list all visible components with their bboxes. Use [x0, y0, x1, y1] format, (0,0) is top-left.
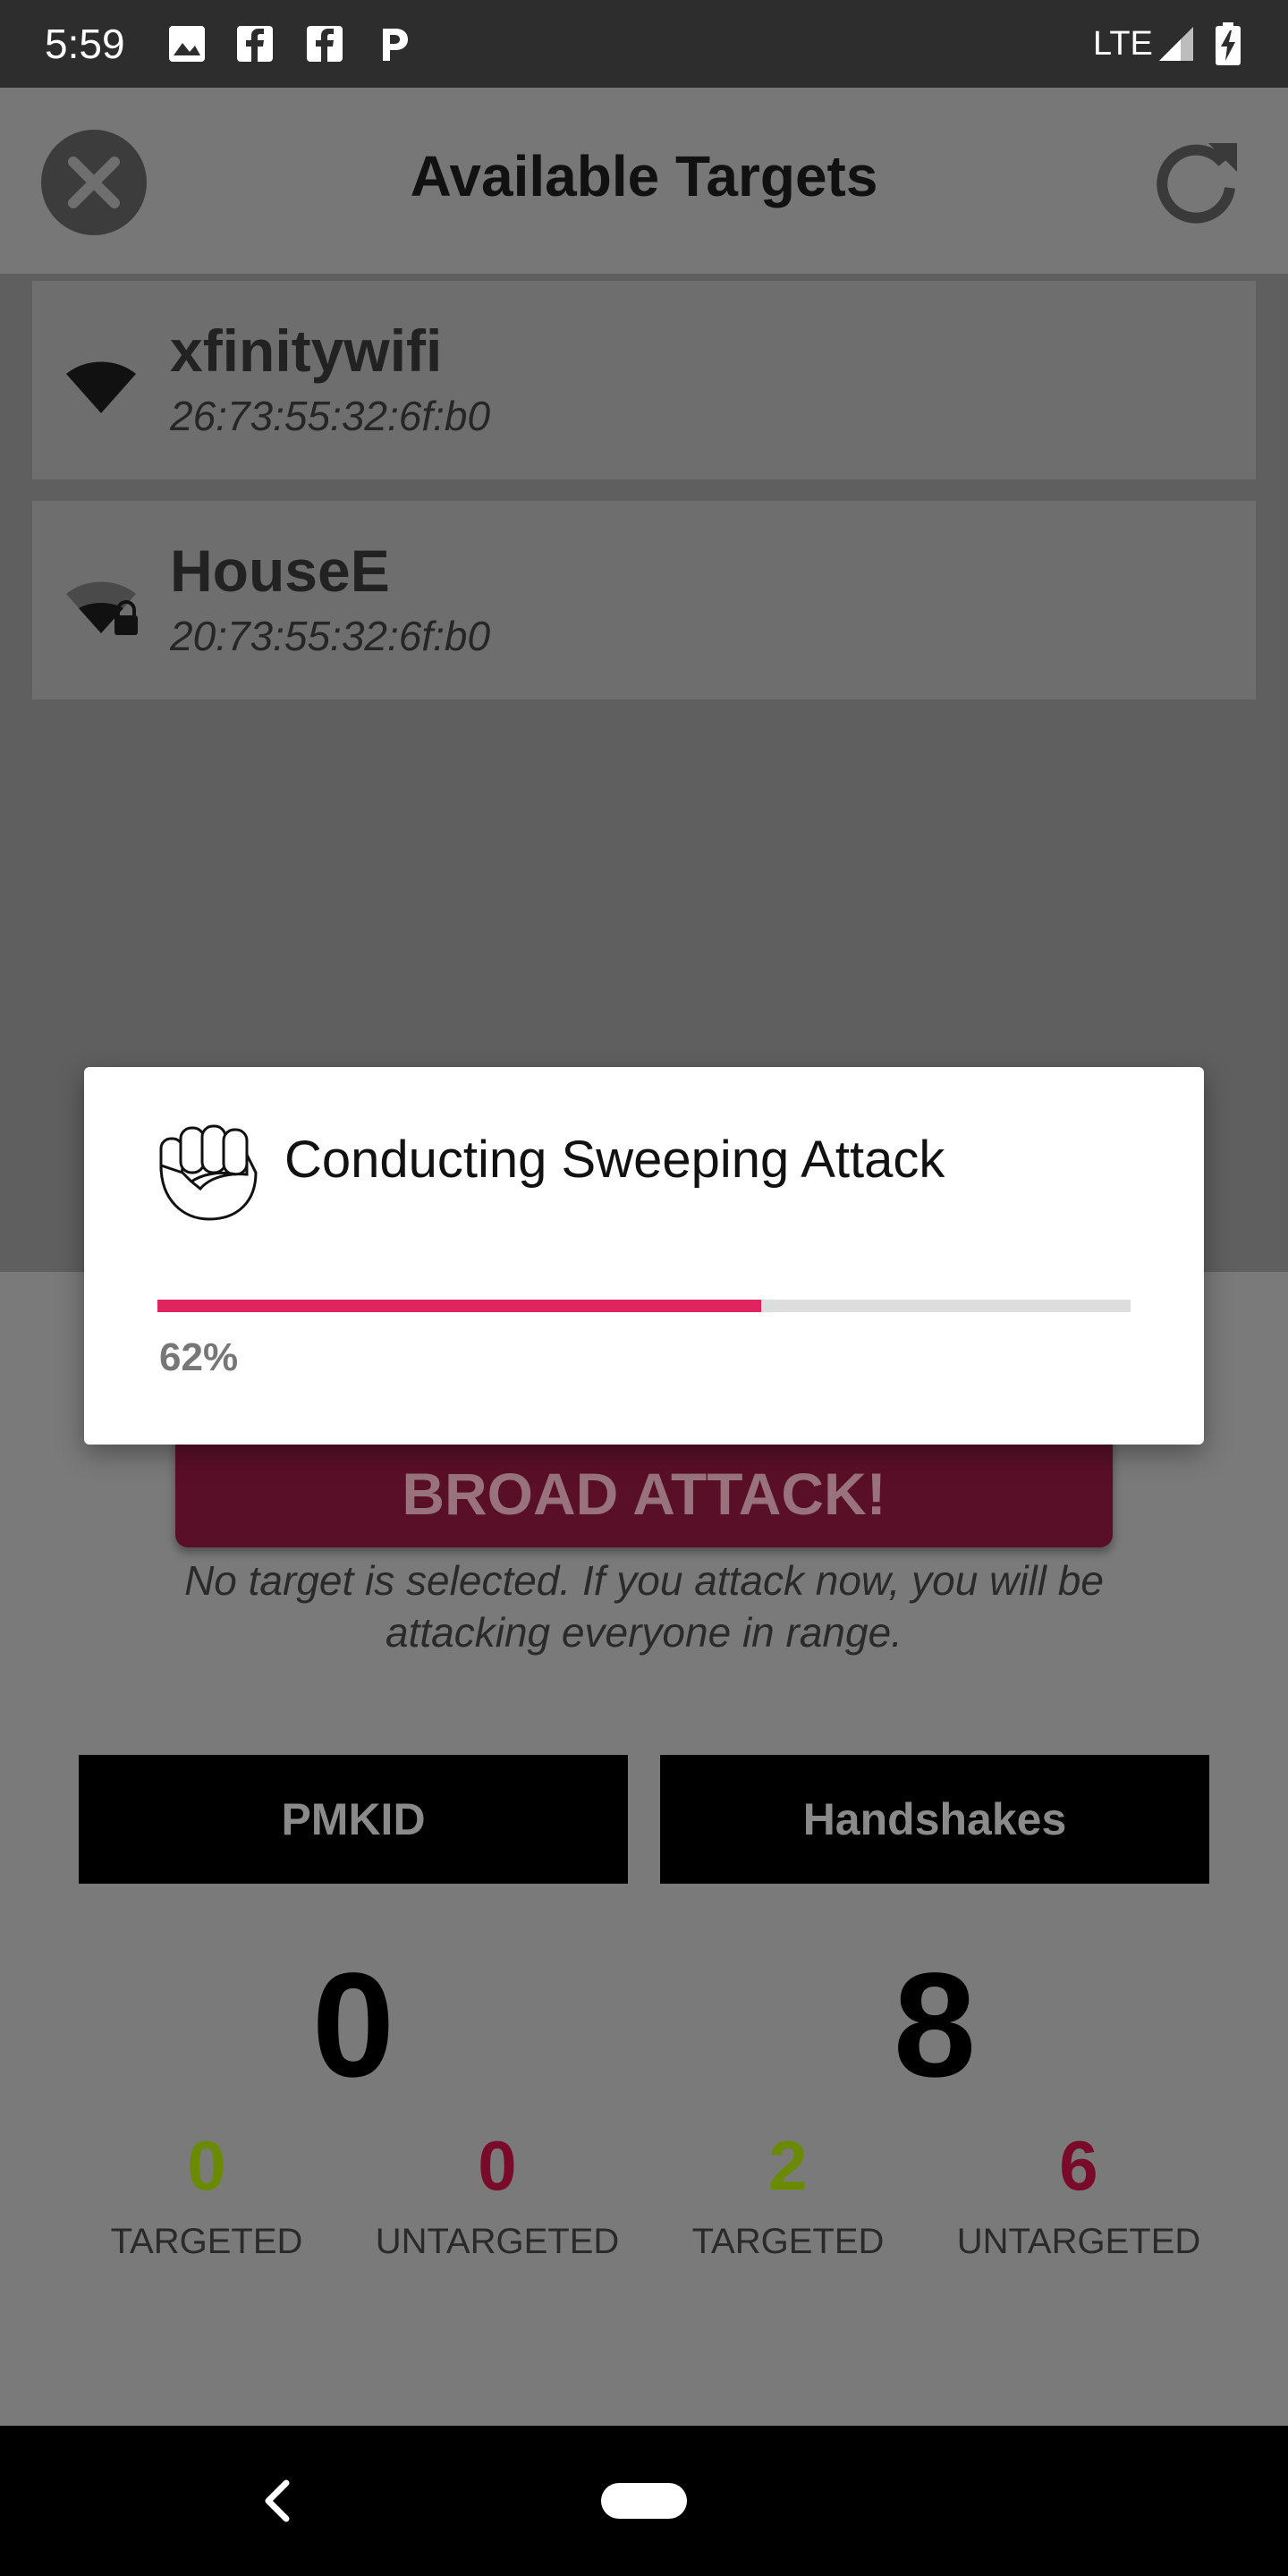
network-type: LTE — [1093, 25, 1153, 63]
no-target-note: No target is selected. If you attack now… — [184, 1557, 1104, 1656]
handshakes-untargeted-label: UNTARGETED — [956, 2222, 1201, 2261]
pmkid-total: 0 — [311, 1943, 395, 2108]
page-title: Available Targets — [410, 144, 878, 208]
progress-bar — [157, 1300, 1131, 1312]
tab-pmkid[interactable]: PMKID — [79, 1755, 628, 1884]
network-item-xfinitywifi[interactable]: xfinitywifi 26:73:55:32:6f:b0 — [32, 281, 1256, 479]
status-time: 5:59 — [45, 21, 125, 67]
home-button[interactable] — [601, 2483, 687, 2519]
facebook-icon — [307, 26, 343, 62]
wifi-lock-icon — [66, 581, 138, 635]
network-bssid: 20:73:55:32:6f:b0 — [170, 613, 491, 659]
fist-icon — [159, 1124, 258, 1221]
progress-fill — [157, 1300, 761, 1312]
handshakes-untargeted-count: 6 — [1059, 2126, 1098, 2205]
handshakes-total: 8 — [893, 1943, 977, 2108]
network-item-housee[interactable]: HouseE 20:73:55:32:6f:b0 — [32, 501, 1256, 699]
network-ssid: xfinitywifi — [170, 318, 443, 384]
progress-percent: 62% — [159, 1335, 239, 1379]
handshakes-targeted-label: TARGETED — [691, 2222, 885, 2261]
progress-dialog: Conducting Sweeping Attack 62% — [84, 1067, 1204, 1445]
wifi-icon — [66, 361, 136, 413]
broad-attack-label: BROAD ATTACK! — [402, 1461, 886, 1527]
status-bar: 5:59 LTE — [0, 0, 1288, 88]
pmkid-untargeted-count: 0 — [478, 2126, 517, 2205]
handshakes-targeted-count: 2 — [768, 2126, 808, 2205]
pmkid-targeted-count: 0 — [187, 2126, 226, 2205]
facebook-icon — [237, 26, 273, 62]
network-bssid: 26:73:55:32:6f:b0 — [170, 393, 491, 439]
tab-handshakes[interactable]: Handshakes — [660, 1755, 1209, 1884]
pmkid-targeted-label: TARGETED — [110, 2222, 303, 2261]
dialog-title: Conducting Sweeping Attack — [284, 1131, 945, 1189]
pmkid-untargeted-label: UNTARGETED — [375, 2222, 620, 2261]
battery-charging-icon — [1216, 22, 1241, 65]
refresh-button[interactable] — [1149, 136, 1242, 229]
back-icon[interactable] — [259, 2476, 295, 2526]
image-icon — [169, 26, 205, 62]
pandora-icon — [383, 29, 408, 61]
signal-icon — [1159, 27, 1193, 61]
network-ssid: HouseE — [170, 538, 390, 604]
refresh-icon — [1157, 143, 1237, 224]
